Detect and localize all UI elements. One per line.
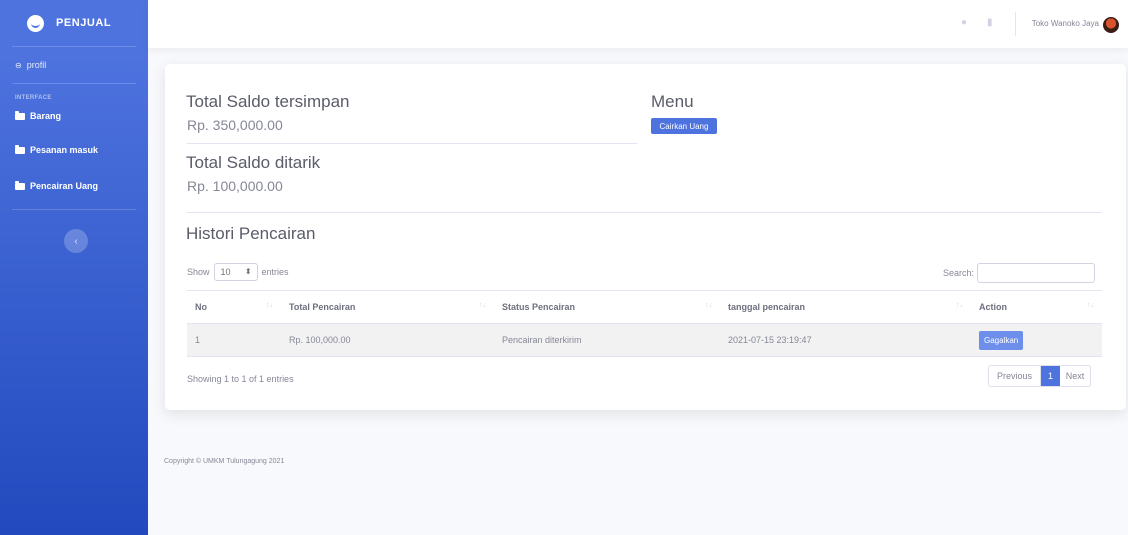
avatar[interactable] xyxy=(1103,17,1119,33)
sidebar-heading: INTERFACE xyxy=(15,95,52,101)
chat-icon[interactable]: ● xyxy=(961,17,967,28)
search-control: Search: xyxy=(943,263,1096,283)
sidebar: PENJUAL ⊖ profil INTERFACE Barang Pesana… xyxy=(0,0,148,535)
cell-status: Pencairan diterkirim xyxy=(494,323,720,357)
next-page-button[interactable]: Next xyxy=(1060,366,1090,386)
withdrawn-balance-title: Total Saldo ditarik xyxy=(186,153,321,172)
history-table: No ↑↓ Total Pencairan ↑↓ Status Pencairan ↑… xyxy=(187,290,1102,357)
table-info: Showing 1 to 1 of 1 entries xyxy=(187,374,294,384)
sidebar-item-barang[interactable]: Barang xyxy=(0,103,148,129)
page-1-button[interactable]: 1 xyxy=(1041,366,1060,386)
entries-label: entries xyxy=(261,267,289,277)
show-label: Show xyxy=(187,267,210,277)
brand-text: PENJUAL xyxy=(56,17,112,29)
divider xyxy=(187,212,1102,213)
history-title: Histori Pencairan xyxy=(186,224,316,243)
sort-icon: ↑↓ xyxy=(705,302,712,309)
column-header-status[interactable]: Status Pencairan ↑↓ xyxy=(494,290,720,324)
sidebar-item-label: profil xyxy=(26,60,47,70)
column-header-action[interactable]: Action ↑↓ xyxy=(971,290,1102,324)
chevron-left-icon: ‹ xyxy=(74,235,78,247)
divider xyxy=(187,143,637,144)
sort-icon: ↑↓ xyxy=(956,302,963,309)
sidebar-item-pesanan-masuk[interactable]: Pesanan masuk xyxy=(0,129,148,171)
sidebar-toggle-button[interactable]: ‹ xyxy=(64,229,88,253)
sidebar-item-profile[interactable]: ⊖ profil xyxy=(0,47,148,83)
saved-balance-value: Rp. 350,000.00 xyxy=(187,117,283,133)
withdrawn-balance-value: Rp. 100,000.00 xyxy=(187,178,283,194)
sidebar-brand[interactable]: PENJUAL xyxy=(0,0,148,46)
smile-logo-icon xyxy=(27,14,44,32)
sort-icon: ↑↓ xyxy=(1087,302,1094,309)
sidebar-item-label: Pesanan masuk xyxy=(30,145,99,155)
column-header-no[interactable]: No ↑↓ xyxy=(187,290,281,324)
sidebar-item-label: Pencairan Uang xyxy=(30,181,99,191)
sidebar-divider xyxy=(12,209,136,210)
cashout-button[interactable]: Cairkan Uang xyxy=(651,118,717,134)
table-row: 1 Rp. 100,000.00 Pencairan diterkirim 20… xyxy=(187,323,1102,357)
folder-icon xyxy=(15,144,25,154)
main-card: Total Saldo tersimpan Rp. 350,000.00 Tot… xyxy=(165,64,1126,410)
saved-balance-title: Total Saldo tersimpan xyxy=(186,92,350,111)
sort-icon: ↑↓ xyxy=(266,302,273,309)
footer-copyright: Copyright © UMKM Tulungagung 2021 xyxy=(164,458,285,465)
cell-no: 1 xyxy=(187,323,281,357)
cancel-withdrawal-button[interactable]: Gagalkan xyxy=(979,330,1024,350)
cell-total: Rp. 100,000.00 xyxy=(281,323,494,357)
folder-icon xyxy=(15,110,25,120)
previous-page-button[interactable]: Previous xyxy=(989,366,1041,386)
user-icon: ⊖ xyxy=(15,60,22,70)
folder-icon xyxy=(15,180,25,190)
menu-title: Menu xyxy=(651,92,694,111)
sort-icon: ↑↓ xyxy=(479,302,486,309)
column-header-total[interactable]: Total Pencairan ↑↓ xyxy=(281,290,494,324)
topbar-divider xyxy=(1015,12,1016,36)
search-label: Search: xyxy=(943,268,975,278)
search-input[interactable] xyxy=(977,263,1096,283)
entries-select[interactable]: 10 xyxy=(213,263,258,281)
cell-date: 2021-07-15 23:19:47 xyxy=(720,323,971,357)
entries-length-control: Show 10 entries xyxy=(187,263,289,281)
cell-action: Gagalkan xyxy=(971,323,1102,357)
topbar: ● ▮ Toko Wanoko Jaya xyxy=(148,0,1128,48)
table-header-row: No ↑↓ Total Pencairan ↑↓ Status Pencairan ↑… xyxy=(187,290,1102,324)
user-name[interactable]: Toko Wanoko Jaya xyxy=(1019,0,1099,48)
pagination: Previous 1 Next xyxy=(988,365,1091,387)
document-icon[interactable]: ▮ xyxy=(987,17,993,28)
sidebar-divider xyxy=(12,83,136,84)
column-header-date[interactable]: tanggal pencairan ↑↓ xyxy=(720,290,971,324)
sidebar-item-label: Barang xyxy=(30,111,62,121)
sidebar-item-pencairan-uang[interactable]: Pencairan Uang xyxy=(0,171,148,201)
